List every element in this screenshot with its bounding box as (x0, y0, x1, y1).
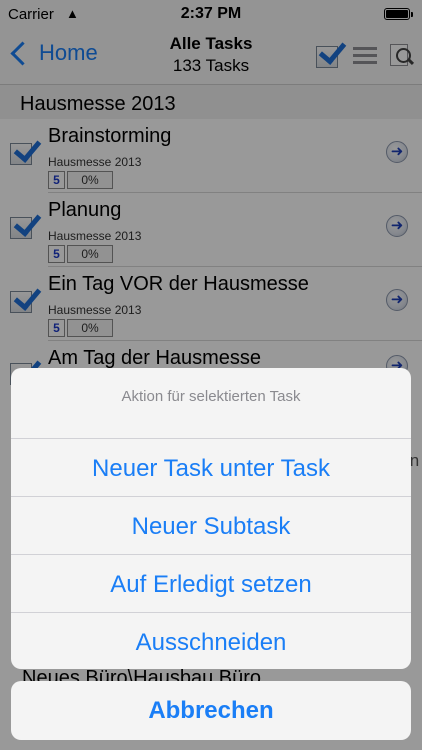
new-subtask-button[interactable]: Neuer Subtask (11, 497, 411, 555)
cut-button[interactable]: Ausschneiden (11, 613, 411, 669)
action-sheet: Aktion für selektierten Task Neuer Task … (11, 368, 411, 669)
new-task-under-task-button[interactable]: Neuer Task unter Task (11, 439, 411, 497)
cancel-button[interactable]: Abbrechen (11, 681, 411, 740)
action-sheet-title: Aktion für selektierten Task (11, 368, 411, 439)
mark-done-button[interactable]: Auf Erledigt setzen (11, 555, 411, 613)
